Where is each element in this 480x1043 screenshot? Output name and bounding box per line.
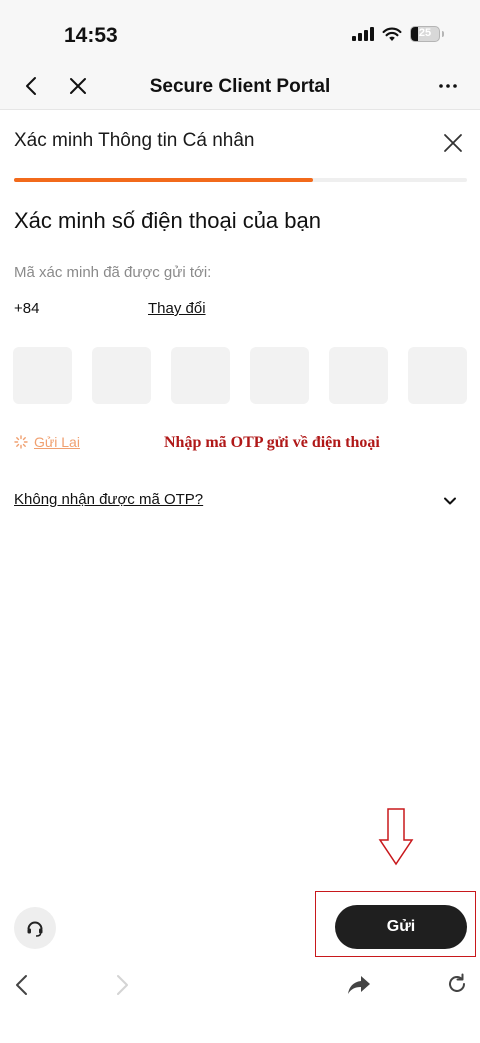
otp-digit-2[interactable] (92, 347, 151, 404)
browser-toolbar (0, 960, 480, 1043)
change-phone-link[interactable]: Thay đổi (148, 300, 206, 317)
status-bar: 14:53 25 (0, 0, 480, 62)
phone-prefix: +84 (14, 300, 40, 317)
sheet-close-icon[interactable] (442, 132, 464, 154)
page-title: Secure Client Portal (149, 76, 331, 97)
share-icon[interactable] (346, 974, 372, 996)
headset-icon (27, 921, 43, 937)
otp-digit-1[interactable] (13, 347, 72, 404)
cellular-signal-icon (352, 27, 374, 41)
more-icon[interactable] (436, 74, 460, 98)
verify-heading: Xác minh số điện thoại của bạn (14, 208, 321, 233)
battery-percent: 25 (418, 27, 432, 39)
otp-annotation: Nhập mã OTP gửi về điện thoại (164, 434, 380, 451)
no-code-toggle[interactable]: Không nhận được mã OTP? (14, 491, 203, 508)
progress-track (14, 178, 467, 182)
browser-back-icon[interactable] (12, 974, 34, 996)
status-icons: 25 (352, 26, 444, 42)
resend-button[interactable]: Gửi Lai (14, 434, 80, 450)
loading-spinner-icon (14, 435, 28, 449)
progress-bar (14, 178, 313, 182)
sent-to-label: Mã xác minh đã được gửi tới: (14, 264, 212, 281)
nav-bar: Secure Client Portal (0, 62, 480, 110)
reload-icon[interactable] (445, 972, 469, 996)
otp-digit-6[interactable] (408, 347, 467, 404)
chevron-down-icon[interactable] (442, 493, 458, 509)
submit-button[interactable]: Gửi (335, 905, 467, 949)
browser-forward-icon[interactable] (110, 974, 132, 996)
otp-input-row (13, 347, 467, 404)
otp-digit-3[interactable] (171, 347, 230, 404)
otp-digit-4[interactable] (250, 347, 309, 404)
annotation-arrow-icon (378, 808, 414, 866)
resend-label: Gửi Lai (34, 434, 80, 450)
support-button[interactable] (14, 907, 56, 949)
sheet-title: Xác minh Thông tin Cá nhân (14, 130, 255, 151)
battery-icon: 25 (410, 26, 444, 42)
status-time: 14:53 (64, 24, 118, 47)
otp-digit-5[interactable] (329, 347, 388, 404)
wifi-icon (382, 27, 402, 41)
